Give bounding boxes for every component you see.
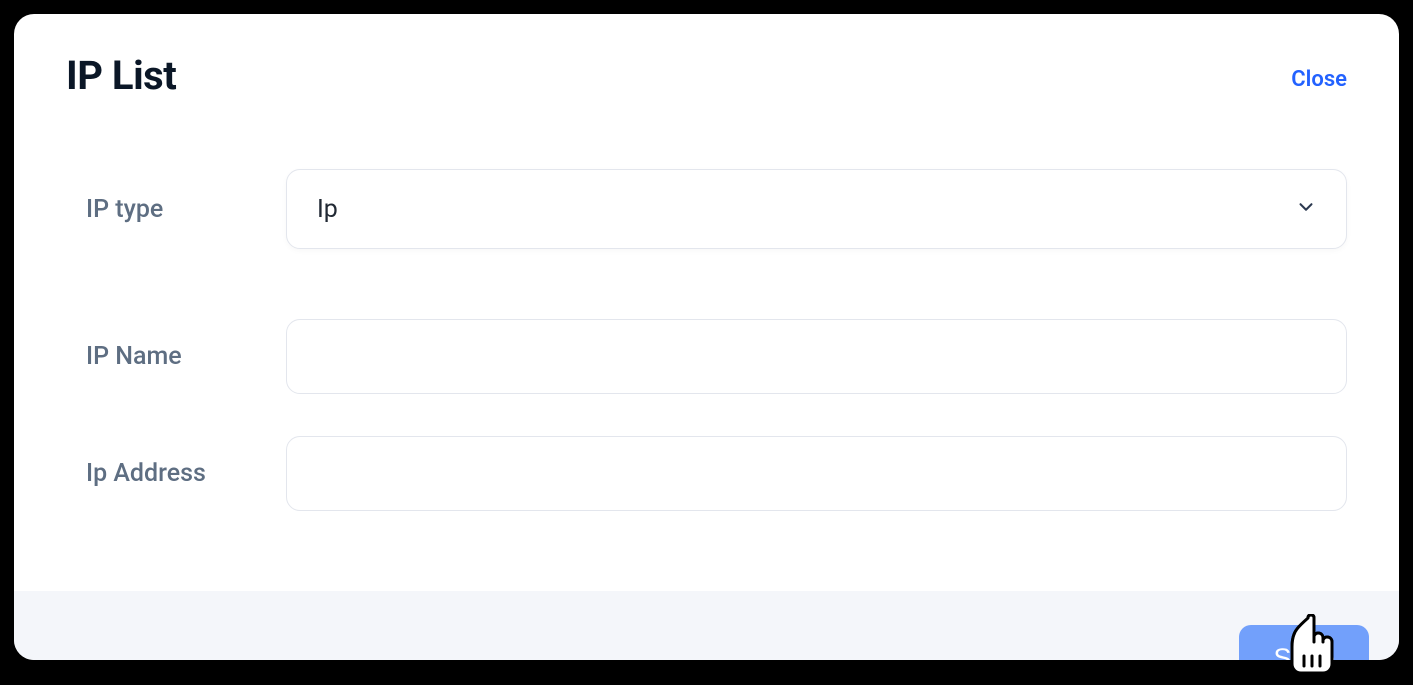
ip-address-label: Ip Address [86,459,286,488]
ip-address-input[interactable] [286,436,1347,511]
ip-list-modal: IP List Close IP type Ip IP Name Ip Addr… [14,14,1399,660]
ip-type-select[interactable]: Ip [286,169,1347,249]
ip-name-row: IP Name [86,319,1347,394]
ip-name-input[interactable] [286,319,1347,394]
modal-footer: Save [14,591,1399,660]
ip-type-selected-value: Ip [317,195,338,224]
ip-name-label: IP Name [86,342,286,371]
ip-address-row: Ip Address [86,436,1347,511]
ip-type-select-wrapper: Ip [286,169,1347,249]
close-button[interactable]: Close [1291,67,1347,92]
modal-title: IP List [66,52,176,99]
ip-type-row: IP type Ip [86,169,1347,249]
modal-header: IP List Close [14,14,1399,99]
ip-type-label: IP type [86,195,286,224]
form-body: IP type Ip IP Name Ip Address [14,99,1399,591]
save-button[interactable]: Save [1239,625,1369,660]
